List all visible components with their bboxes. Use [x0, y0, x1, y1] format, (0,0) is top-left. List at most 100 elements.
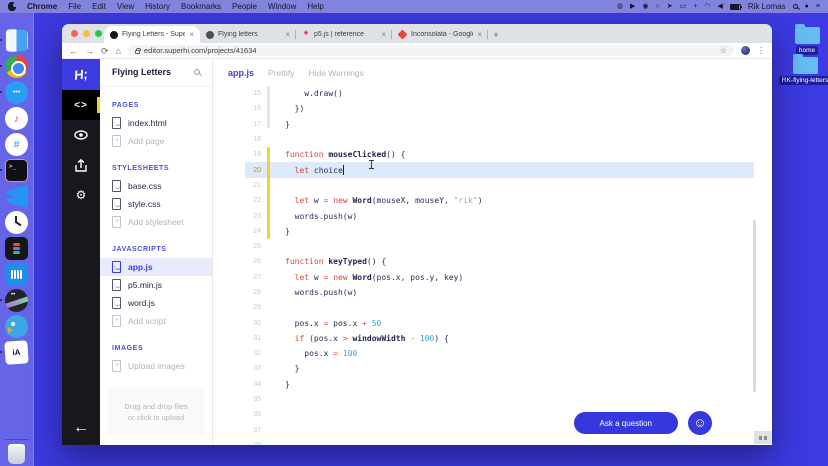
screenflow-dock-icon[interactable]: [5, 289, 28, 312]
menu-item-window[interactable]: Window: [268, 2, 296, 11]
ia-writer-dock-icon[interactable]: iA: [4, 340, 29, 365]
menu-item-history[interactable]: History: [145, 2, 170, 11]
dock-item-music[interactable]: ♪: [5, 107, 28, 130]
code-line-28[interactable]: 28 words.push(w): [245, 285, 754, 300]
menu-item-bookmarks[interactable]: Bookmarks: [181, 2, 221, 11]
figma-dock-icon[interactable]: [5, 237, 28, 260]
chrome-menu-icon[interactable]: ⋮: [757, 46, 765, 55]
cursor-icon[interactable]: ➤: [667, 0, 673, 13]
home-button[interactable]: ⌂: [116, 43, 121, 59]
desktop-folder-RK-flying-letters[interactable]: RK-flying-letters: [778, 54, 828, 85]
code-line-19[interactable]: 19 function mouseClicked() {: [245, 147, 754, 162]
sidebar-item-word.js[interactable]: word.js: [100, 294, 212, 312]
code-line-23[interactable]: 23 words.push(w): [245, 208, 754, 223]
menu-item-file[interactable]: File: [68, 2, 81, 11]
volume-icon[interactable]: ◀: [717, 0, 722, 13]
sidebar-item-app.js[interactable]: app.js: [100, 257, 212, 276]
code-line-34[interactable]: 34}: [245, 377, 754, 392]
onepassword-icon[interactable]: ◍: [617, 0, 623, 13]
browser-tab-2[interactable]: Flying letters ×: [200, 26, 296, 43]
twitter-dock-icon[interactable]: [5, 315, 28, 338]
trash-dock-icon[interactable]: [8, 444, 25, 464]
back-button[interactable]: ←: [69, 43, 78, 59]
profile-avatar[interactable]: [741, 46, 750, 55]
terminal-dock-icon[interactable]: >_: [5, 159, 28, 182]
dock-item-chrome[interactable]: [0, 55, 28, 78]
search-icon[interactable]: [194, 69, 200, 76]
display-icon[interactable]: ▭: [680, 0, 687, 13]
code-line-25[interactable]: 25: [245, 239, 754, 254]
code-line-27[interactable]: 27 let w = new Word(pos.x, pos.y, key): [245, 270, 754, 285]
circle-icon[interactable]: ○: [656, 0, 660, 13]
reload-button[interactable]: ⟳: [101, 43, 109, 59]
siri-icon[interactable]: ●: [805, 0, 809, 13]
chrome-dock-icon[interactable]: [5, 55, 28, 78]
menubar-username[interactable]: Rik Lomas: [748, 2, 786, 11]
dock-item-slack[interactable]: #: [5, 133, 28, 156]
plus-icon[interactable]: +: [693, 0, 697, 13]
dock-item-messages[interactable]: •••: [0, 81, 28, 104]
slack-dock-icon[interactable]: #: [5, 133, 28, 156]
desktop-folder-home[interactable]: home: [788, 24, 826, 55]
music-dock-icon[interactable]: ♪: [5, 107, 28, 130]
browser-tab-4[interactable]: Inconsolata - Google Fonts ×: [392, 26, 488, 43]
sidebar-item-base.css[interactable]: base.css: [100, 177, 212, 195]
code-line-35[interactable]: 35: [245, 392, 754, 407]
code-line-29[interactable]: 29: [245, 300, 754, 315]
close-window-button[interactable]: [71, 30, 78, 37]
screen-mirroring-icon[interactable]: ▶: [630, 0, 635, 13]
sidebar-item-p5.min.js[interactable]: p5.min.js: [100, 276, 212, 294]
prettify-button[interactable]: Prettify: [268, 68, 294, 78]
code-line-21[interactable]: 21: [245, 178, 754, 193]
code-area[interactable]: 15 w.draw() 16 }) 17} 18 19 function mouseCli…: [213, 86, 772, 445]
sidebar-item-index.html[interactable]: index.html: [100, 114, 212, 132]
sidebar-action-add-stylesheet[interactable]: Add stylesheet: [100, 213, 212, 231]
menu-item-chrome[interactable]: Chrome: [27, 2, 57, 11]
spotlight-search-icon[interactable]: [792, 4, 798, 9]
battery-icon[interactable]: [729, 3, 742, 10]
menu-item-view[interactable]: View: [117, 2, 134, 11]
dock-item-clock[interactable]: [5, 211, 28, 234]
messages-dock-icon[interactable]: •••: [5, 81, 28, 104]
dock-item-ia-writer[interactable]: iA: [0, 340, 29, 365]
code-line-30[interactable]: 30 pos.x = pos.x + 50: [245, 315, 754, 330]
tab-close-icon[interactable]: ×: [285, 30, 290, 39]
code-line-24[interactable]: 24}: [245, 224, 754, 239]
apple-menu-icon[interactable]: [8, 2, 17, 11]
zoom-window-button[interactable]: [95, 30, 102, 37]
browser-tab-1[interactable]: Flying Letters - SuperHi×: [104, 26, 200, 43]
code-line-26[interactable]: 26 function keyTyped() {: [245, 254, 754, 269]
code-line-33[interactable]: 33 }: [245, 361, 754, 376]
record-icon[interactable]: ◉: [642, 0, 648, 13]
new-tab-button[interactable]: +: [488, 30, 504, 43]
minimize-window-button[interactable]: [83, 30, 90, 37]
dock-item-intercom[interactable]: [5, 263, 28, 286]
back-arrow-button[interactable]: ←: [62, 419, 100, 437]
settings-button[interactable]: ⚙: [62, 180, 100, 210]
code-line-18[interactable]: 18: [245, 132, 754, 147]
preview-button[interactable]: [62, 120, 100, 150]
file-dropzone[interactable]: Drag and drop files or click to upload: [108, 386, 204, 437]
open-file-tab[interactable]: app.js: [228, 68, 254, 78]
dock-item-figma[interactable]: [5, 237, 28, 260]
dock-item-vscode[interactable]: [5, 185, 28, 208]
ask-a-question-button[interactable]: Ask a question: [573, 412, 678, 434]
dock-item-twitter[interactable]: [5, 315, 28, 338]
code-view-button[interactable]: <>: [62, 90, 100, 120]
hide-warnings-button[interactable]: Hide Warnings: [308, 68, 363, 78]
dock-item-terminal[interactable]: >_: [0, 159, 28, 182]
tab-close-icon[interactable]: ×: [381, 30, 386, 39]
code-line-15[interactable]: 15 w.draw(): [245, 86, 754, 101]
notification-list-icon[interactable]: ≡: [816, 0, 820, 13]
address-bar[interactable]: editor.superhi.com/projects/41634 ☆: [127, 45, 734, 56]
menu-item-help[interactable]: Help: [307, 2, 323, 11]
dock-item-finder[interactable]: [0, 29, 28, 52]
intercom-dock-icon[interactable]: [5, 263, 28, 286]
browser-tab-3[interactable]: * p5.js | reference ×: [296, 26, 392, 43]
menu-item-people[interactable]: People: [232, 2, 257, 11]
dock-item-screenflow[interactable]: [0, 289, 28, 312]
code-line-20[interactable]: 20 let choice: [245, 162, 754, 178]
menu-item-edit[interactable]: Edit: [92, 2, 106, 11]
code-line-16[interactable]: 16 }): [245, 101, 754, 116]
code-line-32[interactable]: 32 pos.x = 100: [245, 346, 754, 361]
